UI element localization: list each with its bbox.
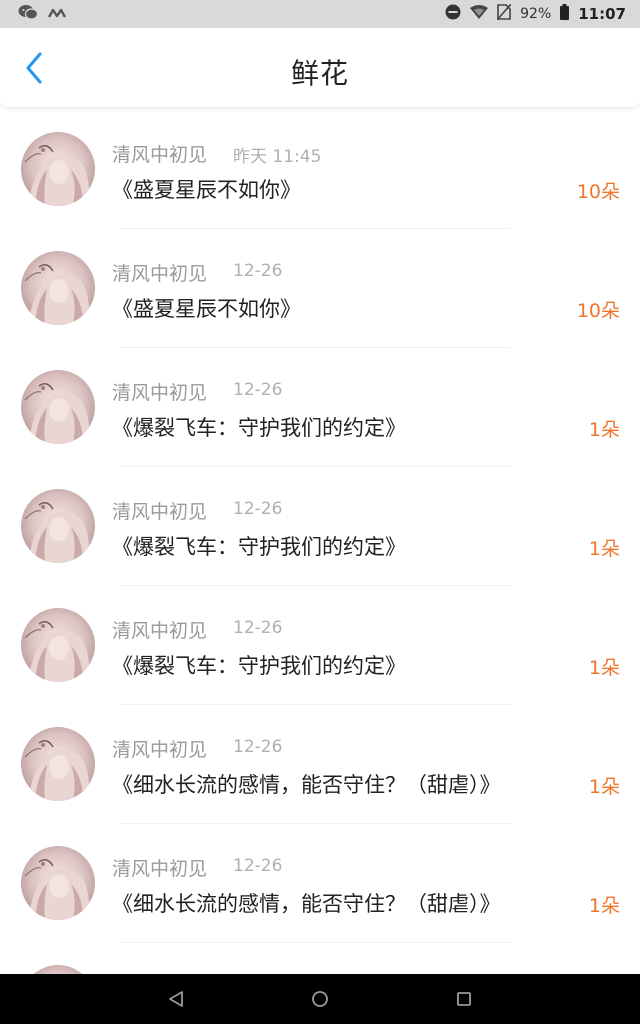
do-not-disturb-icon <box>445 4 461 24</box>
flower-count: 1朵 <box>588 419 620 441</box>
sent-time: 12-26 <box>233 499 283 519</box>
back-triangle-icon[interactable] <box>164 987 188 1011</box>
list-item[interactable]: 清风中初见 昨天 11:45 《盛夏星辰不如你》 10朵 <box>0 110 640 229</box>
list-item[interactable]: 清风中初见 <box>0 943 640 974</box>
status-right: 92% 11:07 <box>445 3 626 24</box>
battery-icon <box>560 4 570 24</box>
sent-time: 12-26 <box>233 737 283 757</box>
home-circle-icon[interactable] <box>308 987 332 1011</box>
book-title: 《细水长流的感情，能否守住？（甜虐）》 <box>112 773 501 797</box>
avatar[interactable] <box>21 132 95 206</box>
flower-count: 1朵 <box>588 538 620 560</box>
avatar[interactable] <box>21 965 95 974</box>
book-title: 《爆裂飞车：守护我们的约定》 <box>112 535 406 559</box>
avatar[interactable] <box>21 727 95 801</box>
clock: 11:07 <box>578 5 626 23</box>
sender-name: 清风中初见 <box>112 620 208 642</box>
status-bar: 92% 11:07 <box>0 0 640 28</box>
flower-count: 10朵 <box>576 300 620 322</box>
battery-percent: 92% <box>520 6 552 22</box>
wechat-icon <box>18 4 39 24</box>
sender-name: 清风中初见 <box>112 144 208 166</box>
flower-count: 1朵 <box>588 895 620 917</box>
book-title: 《盛夏星辰不如你》 <box>112 297 301 321</box>
list-item[interactable]: 清风中初见 12-26 《爆裂飞车：守护我们的约定》 1朵 <box>0 586 640 705</box>
sender-name: 清风中初见 <box>112 501 208 523</box>
list-item[interactable]: 清风中初见 12-26 《细水长流的感情，能否守住？（甜虐）》 1朵 <box>0 705 640 824</box>
sent-time: 昨天 11:45 <box>233 147 322 167</box>
flower-count: 1朵 <box>588 657 620 679</box>
book-title: 《爆裂飞车：守护我们的约定》 <box>112 416 406 440</box>
book-title: 《爆裂飞车：守护我们的约定》 <box>112 654 406 678</box>
system-nav-bar <box>0 974 640 1024</box>
sent-time: 12-26 <box>233 380 283 400</box>
sender-name: 清风中初见 <box>112 263 208 285</box>
book-title: 《细水长流的感情，能否守住？（甜虐）》 <box>112 892 501 916</box>
book-title: 《盛夏星辰不如你》 <box>112 178 301 202</box>
list-item[interactable]: 清风中初见 12-26 《爆裂飞车：守护我们的约定》 1朵 <box>0 467 640 586</box>
sender-name: 清风中初见 <box>112 739 208 761</box>
signal-wave-icon <box>47 5 67 23</box>
sent-time: 12-26 <box>233 618 283 638</box>
sender-name: 清风中初见 <box>112 858 208 880</box>
sent-time: 12-26 <box>233 261 283 281</box>
sender-name: 清风中初见 <box>112 382 208 404</box>
list-item[interactable]: 清风中初见 12-26 《盛夏星辰不如你》 10朵 <box>0 229 640 348</box>
recents-square-icon[interactable] <box>452 987 476 1011</box>
no-sim-icon <box>496 3 512 24</box>
list-item[interactable]: 清风中初见 12-26 《爆裂飞车：守护我们的约定》 1朵 <box>0 348 640 467</box>
avatar[interactable] <box>21 251 95 325</box>
avatar[interactable] <box>21 370 95 444</box>
avatar[interactable] <box>21 608 95 682</box>
flower-list: 清风中初见 昨天 11:45 《盛夏星辰不如你》 10朵 清风中初见 12-26… <box>0 110 640 974</box>
list-item[interactable]: 清风中初见 12-26 《细水长流的感情，能否守住？（甜虐）》 1朵 <box>0 824 640 943</box>
avatar[interactable] <box>21 846 95 920</box>
app-header: 鲜花 <box>0 28 640 108</box>
flower-count: 10朵 <box>576 181 620 203</box>
screen: 92% 11:07 鲜花 清风中初见 昨天 11:45 《盛夏星辰不如你》 10… <box>0 0 640 1024</box>
flower-count: 1朵 <box>588 776 620 798</box>
page-title: 鲜花 <box>290 57 349 90</box>
sent-time: 12-26 <box>233 856 283 876</box>
wifi-icon <box>470 5 489 23</box>
avatar[interactable] <box>21 489 95 563</box>
status-left <box>18 4 67 24</box>
